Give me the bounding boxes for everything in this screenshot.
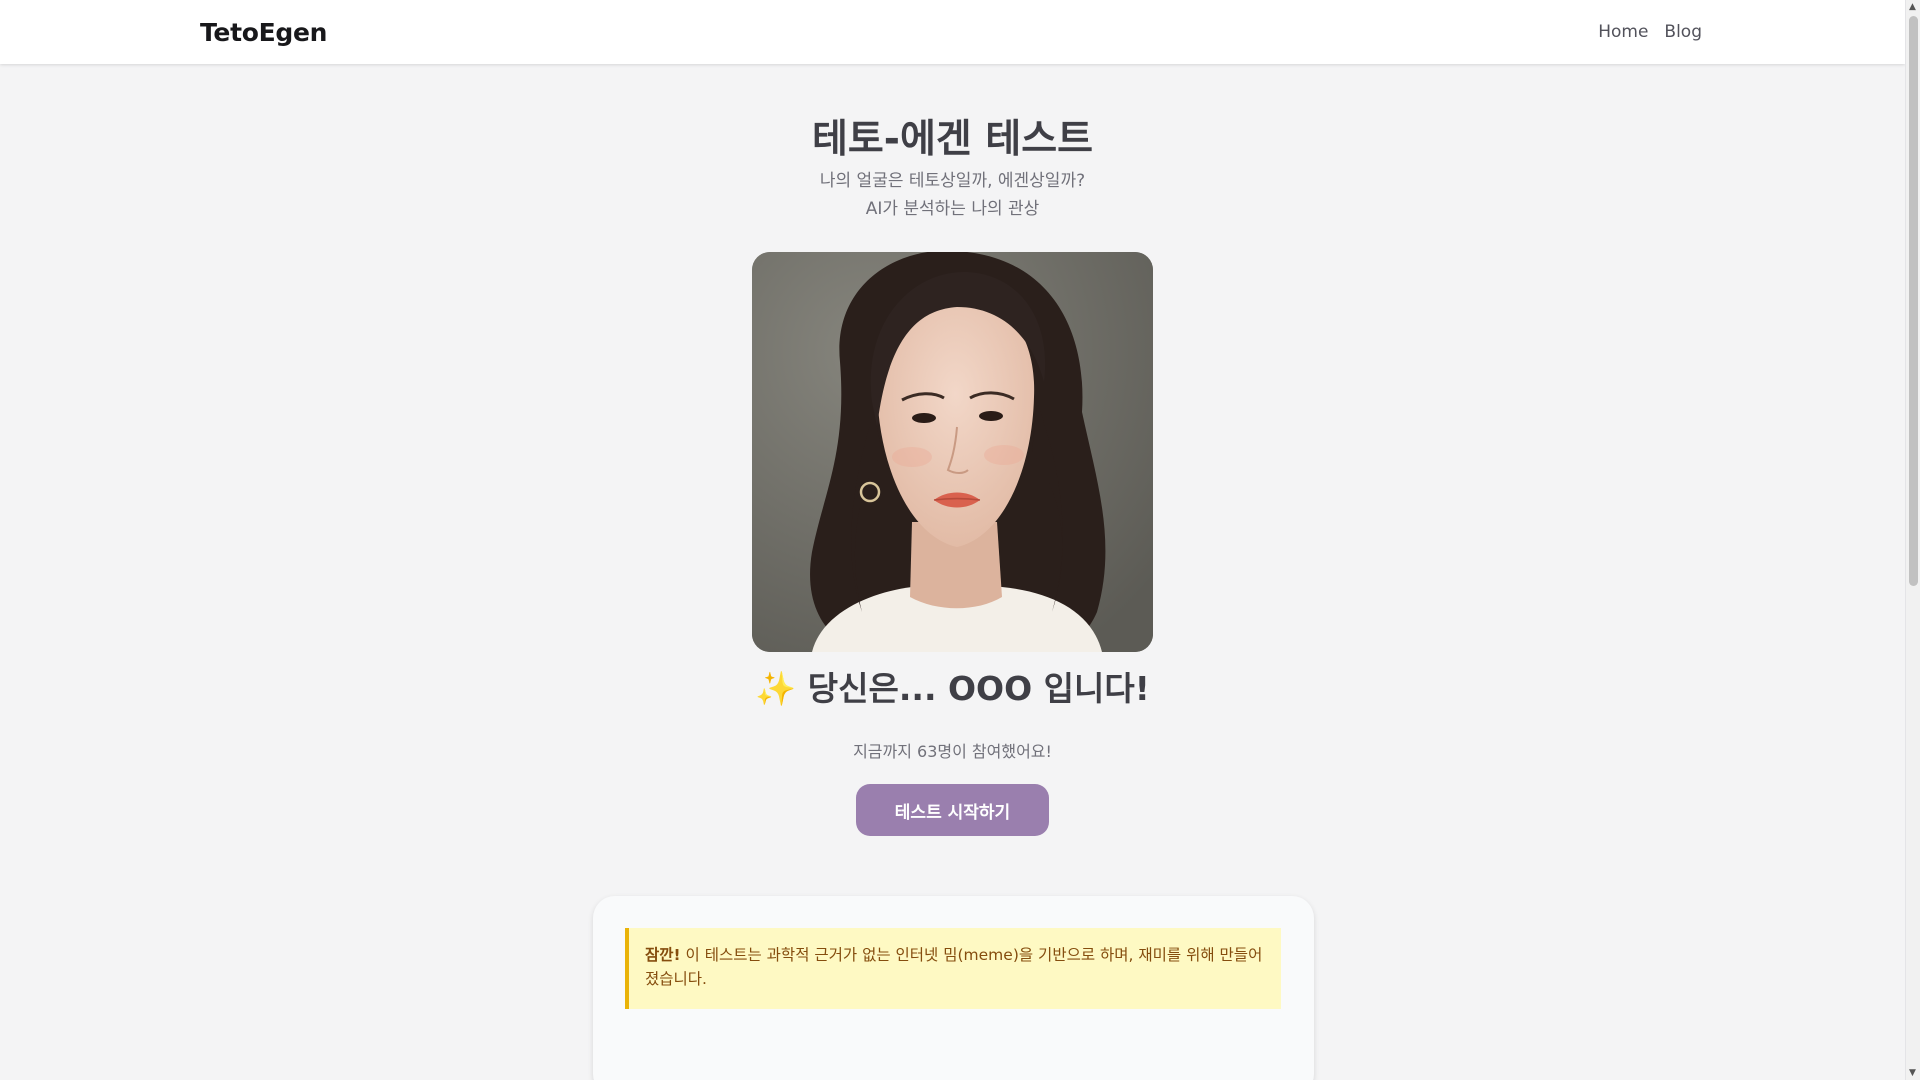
scroll-up-arrow-icon[interactable]: ▲ [1909,2,1916,12]
brand-logo[interactable]: TetoEgen [200,18,327,47]
nav-link-blog[interactable]: Blog [1664,22,1702,42]
disclaimer-notice: 잠깐! 이 테스트는 과학적 근거가 없는 인터넷 밈(meme)을 기반으로 … [625,928,1281,1009]
participants-count: 63 [917,742,938,761]
subtitle-line-2: AI가 분석하는 나의 관상 [865,199,1040,219]
page-title: 테토-에겐 테스트 [812,117,1093,162]
portrait-illustration [752,252,1153,652]
participants-count-text: 지금까지 63명이 참여했어요! [0,738,1905,762]
nav-link-home[interactable]: Home [1598,22,1648,42]
start-test-button[interactable]: 테스트 시작하기 [856,784,1049,836]
result-headline: ✨ 당신은... OOO 입니다! [755,669,1150,708]
scroll-down-arrow-icon[interactable]: ▼ [1909,1068,1916,1078]
top-navbar: TetoEgen Home Blog [0,0,1905,64]
participants-suffix: 명이 참여했어요! [937,742,1052,761]
scrollbar-thumb[interactable] [1909,16,1918,586]
nav-links: Home Blog [1598,22,1702,42]
participants-prefix: 지금까지 [853,742,918,761]
about-card: 잠깐! 이 테스트는 과학적 근거가 없는 인터넷 밈(meme)을 기반으로 … [593,896,1314,1080]
subtitle-line-1: 나의 얼굴은 테토상일까, 에겐상일까? [819,171,1086,191]
page-scrollbar[interactable]: ▲ ▼ [1905,0,1920,1080]
notice-text: 이 테스트는 과학적 근거가 없는 인터넷 밈(meme)을 기반으로 하며, … [645,946,1263,988]
hero-portrait-image [752,252,1153,652]
notice-strong: 잠깐! [645,946,681,964]
